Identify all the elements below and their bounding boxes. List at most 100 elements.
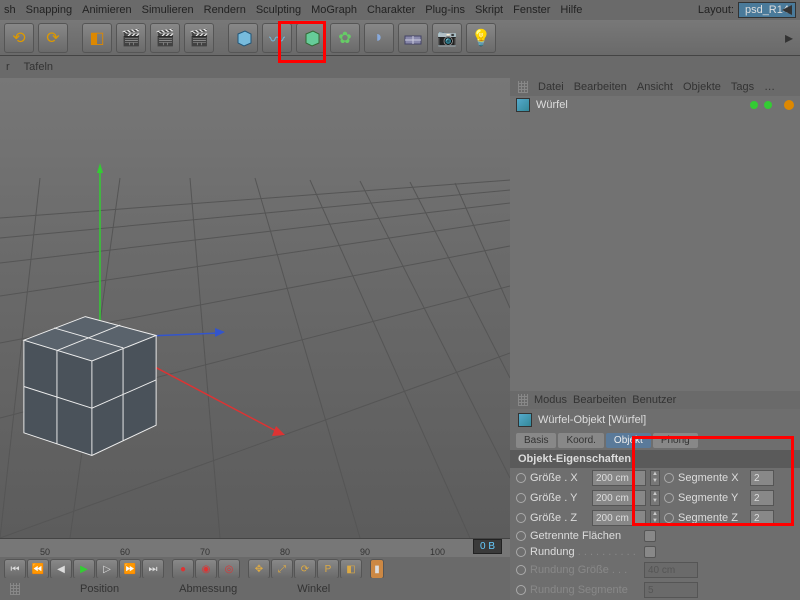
size-x-input[interactable]: 200 cm: [592, 470, 646, 486]
deformer-icon[interactable]: ✿: [330, 23, 360, 53]
menu-item[interactable]: Sculpting: [256, 4, 301, 16]
generator-icon[interactable]: [296, 23, 326, 53]
attr-menu-item[interactable]: Modus: [534, 394, 567, 406]
grip-icon[interactable]: [10, 583, 20, 595]
size-y-input[interactable]: 200 cm: [592, 490, 646, 506]
cube-tool-icon[interactable]: ◧: [82, 23, 112, 53]
spline-icon[interactable]: 〰: [262, 23, 292, 53]
attr-menu-item[interactable]: Bearbeiten: [573, 394, 626, 406]
visibility-dot-icon[interactable]: [764, 101, 772, 109]
radio-icon[interactable]: [664, 493, 674, 503]
menu-item[interactable]: Charakter: [367, 4, 415, 16]
rounding-checkbox[interactable]: [644, 546, 656, 558]
record-button[interactable]: ●: [172, 559, 194, 579]
prev-key-button[interactable]: ⏪: [27, 559, 49, 579]
menu-item[interactable]: Plug-ins: [425, 4, 465, 16]
light-icon[interactable]: 💡: [466, 23, 496, 53]
floor-icon[interactable]: [398, 23, 428, 53]
sky-icon[interactable]: ◗: [364, 23, 394, 53]
segments-z-input[interactable]: 2: [750, 510, 774, 526]
spinner[interactable]: ▲▼: [650, 470, 660, 486]
tab-koord[interactable]: Koord.: [558, 433, 603, 448]
scale-key-icon[interactable]: ⤢: [271, 559, 293, 579]
autokey-button[interactable]: ◉: [195, 559, 217, 579]
tag-icon[interactable]: [784, 100, 794, 110]
next-frame-button[interactable]: ▷: [96, 559, 118, 579]
grip-icon[interactable]: [518, 394, 528, 406]
clapper2-icon[interactable]: 🎬: [150, 23, 180, 53]
menu-item[interactable]: MoGraph: [311, 4, 357, 16]
play-button[interactable]: ▶: [73, 559, 95, 579]
menu-item[interactable]: Skript: [475, 4, 503, 16]
current-frame-field[interactable]: 0 B: [473, 539, 502, 554]
object-row[interactable]: Würfel: [510, 96, 800, 114]
prop-size-x: Größe . X 200 cm ▲▼ Segmente X 2: [510, 468, 800, 488]
tab-phong[interactable]: Phong: [653, 433, 698, 448]
timeline: 50 60 70 80 90 100 0 B ⏮ ⏪ ◀ ▶ ▷ ⏩ ⏭ ● ◉…: [0, 538, 510, 578]
om-menu-item[interactable]: Ansicht: [637, 81, 673, 93]
radio-icon[interactable]: [664, 513, 674, 523]
section-header: Objekt-Eigenschaften: [510, 450, 800, 468]
view-menu-item[interactable]: Tafeln: [24, 61, 53, 73]
tab-objekt[interactable]: Objekt: [606, 433, 651, 448]
size-z-input[interactable]: 200 cm: [592, 510, 646, 526]
3d-viewport[interactable]: [0, 78, 510, 538]
goto-start-button[interactable]: ⏮: [4, 559, 26, 579]
tab-basis[interactable]: Basis: [516, 433, 556, 448]
segments-y-input[interactable]: 2: [750, 490, 774, 506]
prop-rounding: Rundung . . . . . . . . . .: [510, 544, 800, 560]
separate-surfaces-checkbox[interactable]: [644, 530, 656, 542]
spinner[interactable]: ▲▼: [650, 490, 660, 506]
col-header: Abmessung: [179, 583, 237, 595]
camera-icon[interactable]: 📷: [432, 23, 462, 53]
object-manager[interactable]: Würfel: [510, 96, 800, 391]
primitive-cube-icon[interactable]: [228, 23, 258, 53]
menu-item[interactable]: Animieren: [82, 4, 132, 16]
object-name[interactable]: Würfel: [536, 99, 568, 111]
goto-end-button[interactable]: ⏭: [142, 559, 164, 579]
om-menu-item[interactable]: Objekte: [683, 81, 721, 93]
radio-icon[interactable]: [516, 473, 526, 483]
clapper3-icon[interactable]: 🎬: [184, 23, 214, 53]
om-menu-item[interactable]: Bearbeiten: [574, 81, 627, 93]
keyframe-sel-button[interactable]: ◎: [218, 559, 240, 579]
segments-x-input[interactable]: 2: [750, 470, 774, 486]
col-header: Winkel: [297, 583, 330, 595]
next-key-button[interactable]: ⏩: [119, 559, 141, 579]
prop-size-z: Größe . Z 200 cm ▲▼ Segmente Z 2: [510, 508, 800, 528]
menu-item[interactable]: Simulieren: [142, 4, 194, 16]
grip-icon[interactable]: [518, 81, 528, 93]
menu-item[interactable]: Fenster: [513, 4, 550, 16]
menu-item[interactable]: Rendern: [204, 4, 246, 16]
back-arrow-icon[interactable]: [780, 3, 794, 17]
radio-icon[interactable]: [516, 493, 526, 503]
expand-icon[interactable]: ▸: [782, 23, 796, 53]
om-menu-item[interactable]: Tags: [731, 81, 754, 93]
param-key-icon[interactable]: P: [317, 559, 339, 579]
undo-button[interactable]: ⟲: [4, 23, 34, 53]
om-menu-item[interactable]: Datei: [538, 81, 564, 93]
attribute-title: Würfel-Objekt [Würfel]: [510, 409, 800, 431]
visibility-dot-icon[interactable]: [750, 101, 758, 109]
prev-frame-button[interactable]: ◀: [50, 559, 72, 579]
clapper-icon[interactable]: 🎬: [116, 23, 146, 53]
rotate-key-icon[interactable]: ⟳: [294, 559, 316, 579]
attr-menu-item[interactable]: Benutzer: [632, 394, 676, 406]
viewport-menubar: r Tafeln: [0, 56, 800, 78]
menu-item[interactable]: Hilfe: [560, 4, 582, 16]
redo-button[interactable]: ⟳: [38, 23, 68, 53]
radio-icon[interactable]: [516, 513, 526, 523]
time-ruler[interactable]: 50 60 70 80 90 100 0 B: [0, 539, 510, 557]
spinner[interactable]: ▲▼: [650, 510, 660, 526]
menu-item[interactable]: sh: [4, 4, 16, 16]
bookmark-icon[interactable]: ▮: [370, 559, 384, 579]
menu-item[interactable]: Snapping: [26, 4, 73, 16]
pla-key-icon[interactable]: ◧: [340, 559, 362, 579]
view-menu-item[interactable]: r: [6, 61, 10, 73]
radio-icon[interactable]: [516, 531, 526, 541]
radio-icon[interactable]: [664, 473, 674, 483]
tick: 50: [40, 547, 50, 557]
radio-icon[interactable]: [516, 547, 526, 557]
om-menu-more[interactable]: …: [764, 81, 775, 93]
move-key-icon[interactable]: ✥: [248, 559, 270, 579]
